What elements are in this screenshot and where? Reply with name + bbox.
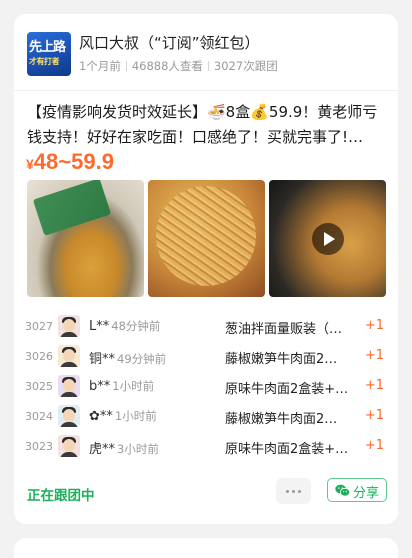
order-time: 49分钟前: [117, 352, 167, 366]
post-title[interactable]: 【疫情影响发货时效延长】🍜8盒💰59.9！黄老师亏钱支持！好好在家吃面！口感绝了…: [27, 100, 387, 150]
play-icon[interactable]: [312, 223, 344, 255]
user-name: b**: [89, 379, 111, 394]
user-name: 虎**: [89, 442, 116, 457]
user-name: 铜**: [89, 352, 116, 367]
noodle-box-graphic: [32, 180, 112, 236]
card-footer: 正在跟团中 分享: [14, 478, 398, 508]
order-item: 原味牛肉面2盒装+…: [225, 382, 349, 397]
user-avatar: [58, 315, 80, 337]
more-icon: [292, 490, 295, 493]
meta-divider: [207, 61, 209, 71]
user-name: ✿**: [89, 409, 113, 424]
user-avatar: [58, 435, 80, 457]
user-avatar: [58, 345, 80, 367]
avatar-logo-text: 先上路: [29, 40, 66, 55]
post-meta: 1个月前 46888人查看 3027次跟团: [79, 58, 278, 74]
product-video-thumbnail[interactable]: [269, 180, 386, 297]
order-time: 1小时前: [114, 409, 157, 423]
order-user: ✿** 1小时前: [89, 408, 157, 424]
order-item: 葱油拌面量贩装（…: [225, 322, 343, 337]
share-button[interactable]: 分享: [327, 478, 387, 502]
seller-name[interactable]: 风口大叔（“订阅”领红包）: [79, 32, 260, 53]
header-divider: [14, 90, 398, 91]
order-time: 1小时前: [112, 379, 155, 393]
meta-divider: [125, 61, 127, 71]
share-label: 分享: [353, 486, 380, 501]
order-row[interactable]: 3026 铜** 49分钟前 藤椒嫩笋牛肉面2… +1: [14, 342, 398, 372]
currency-symbol: ¥: [26, 156, 34, 172]
order-list: 3027 L** 48分钟前 葱油拌面量贩装（… +1 3026 铜** 49分钟前…: [14, 312, 398, 462]
order-user: b** 1小时前: [89, 378, 154, 394]
order-item: 藤椒嫩笋牛肉面2…: [225, 352, 338, 367]
following-status[interactable]: 正在跟团中: [27, 484, 95, 504]
order-quantity: +1: [364, 438, 384, 453]
order-user: 虎** 3小时前: [89, 438, 159, 457]
order-row[interactable]: 3024 ✿** 1小时前 藤椒嫩笋牛肉面2… +1: [14, 402, 398, 432]
order-user: 铜** 49分钟前: [89, 348, 166, 367]
order-number: 3026: [25, 350, 53, 363]
order-quantity: +1: [364, 408, 384, 423]
more-icon: [298, 490, 301, 493]
user-name: L**: [89, 319, 110, 334]
view-count: 46888人查看: [131, 59, 203, 73]
order-row[interactable]: 3023 虎** 3小时前 原味牛肉面2盒装+… +1: [14, 432, 398, 462]
post-header: 先上路 才有打者 风口大叔（“订阅”领红包） 1个月前 46888人查看 3027次…: [27, 32, 385, 76]
group-buy-card[interactable]: 先上路 才有打者 风口大叔（“订阅”领红包） 1个月前 46888人查看 3027次…: [14, 14, 398, 524]
more-icon: [286, 490, 289, 493]
avatar-logo-subtext: 才有打者: [29, 57, 60, 66]
order-item: 原味牛肉面2盒装+…: [225, 442, 349, 457]
price-value: 48~59.9: [33, 149, 114, 174]
order-row[interactable]: 3027 L** 48分钟前 葱油拌面量贩装（… +1: [14, 312, 398, 342]
more-button[interactable]: [276, 478, 311, 504]
order-quantity: +1: [364, 378, 384, 393]
follow-count: 3027次跟团: [213, 59, 278, 73]
order-number: 3024: [25, 410, 53, 423]
wechat-icon: [335, 484, 350, 497]
order-time: 3小时前: [117, 442, 159, 456]
order-quantity: +1: [364, 348, 384, 363]
order-number: 3027: [25, 320, 53, 333]
order-item: 藤椒嫩笋牛肉面2…: [225, 412, 338, 427]
post-time: 1个月前: [79, 59, 121, 73]
product-photo-package[interactable]: [27, 180, 144, 297]
order-user: L** 48分钟前: [89, 318, 160, 334]
order-row[interactable]: 3025 b** 1小时前 原味牛肉面2盒装+… +1: [14, 372, 398, 402]
order-number: 3025: [25, 380, 53, 393]
next-card-edge: [14, 538, 398, 558]
photo-gallery: [27, 180, 399, 297]
noodle-bowl-graphic: [156, 186, 256, 286]
order-quantity: +1: [364, 318, 384, 333]
user-avatar: [58, 375, 80, 397]
order-time: 48分钟前: [111, 319, 161, 333]
seller-avatar[interactable]: 先上路 才有打者: [27, 32, 71, 76]
product-photo-bowl[interactable]: [148, 180, 265, 297]
user-avatar: [58, 405, 80, 427]
order-number: 3023: [25, 440, 53, 453]
price-range: ¥48~59.9: [26, 149, 114, 175]
